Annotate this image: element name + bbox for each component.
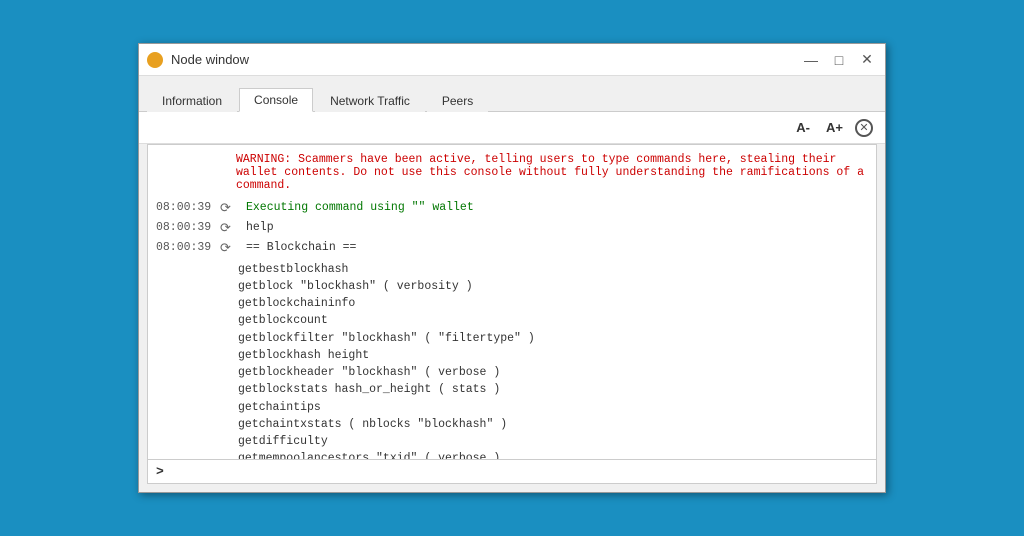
cmd-prompt: > — [156, 464, 164, 479]
cmd-getmempoolancestors: getmempoolancestors "txid" ( verbose ) — [238, 450, 868, 459]
tab-peers[interactable]: Peers — [427, 89, 488, 112]
tab-bar: Information Console Network Traffic Peer… — [139, 76, 885, 112]
window-controls: — □ ✕ — [801, 50, 877, 70]
log-text-3: == Blockchain == — [246, 240, 356, 256]
app-icon — [147, 52, 163, 68]
log-icon-2: ⟳ — [220, 220, 242, 238]
log-line-2: 08:00:39 ⟳ help — [156, 220, 868, 238]
tab-network-traffic[interactable]: Network Traffic — [315, 89, 425, 112]
cmd-getbestblockhash: getbestblockhash — [238, 261, 868, 278]
window-title: Node window — [171, 52, 801, 67]
console-toolbar: A- A+ ✕ — [139, 112, 885, 144]
cmd-getblockfilter: getblockfilter "blockhash" ( "filtertype… — [238, 330, 868, 347]
cmd-getdifficulty: getdifficulty — [238, 433, 868, 450]
node-window: Node window — □ ✕ Information Console Ne… — [138, 43, 886, 493]
font-increase-button[interactable]: A+ — [822, 118, 847, 137]
maximize-button[interactable]: □ — [829, 50, 849, 70]
title-bar: Node window — □ ✕ — [139, 44, 885, 76]
timestamp-3: 08:00:39 — [156, 240, 216, 256]
console-area: WARNING: Scammers have been active, tell… — [147, 144, 877, 484]
minimize-button[interactable]: — — [801, 50, 821, 70]
log-text-1: Executing command using "" wallet — [246, 200, 474, 216]
log-line-3: 08:00:39 ⟳ == Blockchain == — [156, 240, 868, 258]
tab-information[interactable]: Information — [147, 89, 237, 112]
log-icon-1: ⟳ — [220, 200, 242, 218]
cmd-getblock: getblock "blockhash" ( verbosity ) — [238, 278, 868, 295]
console-output[interactable]: WARNING: Scammers have been active, tell… — [148, 145, 876, 459]
timestamp-2: 08:00:39 — [156, 220, 216, 236]
blockchain-commands: getbestblockhash getblock "blockhash" ( … — [238, 261, 868, 459]
cmd-getblockheader: getblockheader "blockhash" ( verbose ) — [238, 364, 868, 381]
log-text-2: help — [246, 220, 274, 236]
log-line-1: 08:00:39 ⟳ Executing command using "" wa… — [156, 200, 868, 218]
cmd-getchaintips: getchaintips — [238, 399, 868, 416]
timestamp-1: 08:00:39 — [156, 200, 216, 216]
cmd-getchaintxstats: getchaintxstats ( nblocks "blockhash" ) — [238, 416, 868, 433]
font-decrease-button[interactable]: A- — [792, 118, 814, 137]
close-button[interactable]: ✕ — [857, 50, 877, 70]
command-input[interactable] — [170, 465, 868, 479]
log-icon-3: ⟳ — [220, 240, 242, 258]
cmd-getblockhash: getblockhash height — [238, 347, 868, 364]
console-close-button[interactable]: ✕ — [855, 119, 873, 137]
command-input-bar: > — [148, 459, 876, 483]
tab-console[interactable]: Console — [239, 88, 313, 112]
cmd-getblockchaininfo: getblockchaininfo — [238, 295, 868, 312]
cmd-getblockstats: getblockstats hash_or_height ( stats ) — [238, 381, 868, 398]
warning-message: WARNING: Scammers have been active, tell… — [236, 153, 868, 192]
cmd-getblockcount: getblockcount — [238, 312, 868, 329]
